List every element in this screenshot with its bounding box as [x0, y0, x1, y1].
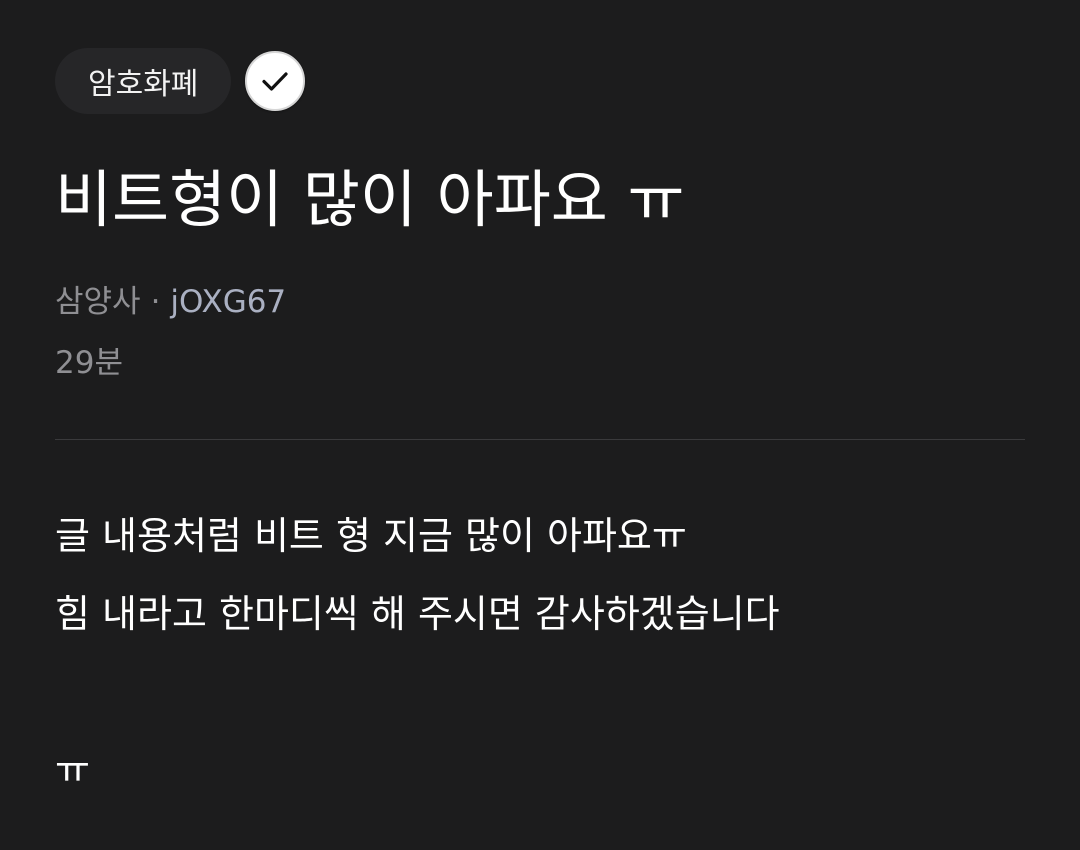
checkmark-icon — [262, 72, 289, 91]
post-title: 비트형이 많이 아파요 ㅠ — [55, 163, 685, 236]
post-body: 글 내용처럼 비트 형 지금 많이 아파요ㅠ 힘 내라고 한마디씩 해 주시면 … — [55, 497, 780, 809]
post-header-row: 암호화폐 — [55, 48, 306, 114]
body-line: 글 내용처럼 비트 형 지금 많이 아파요ㅠ — [55, 514, 687, 558]
post-meta: 삼양사 · jOXG67 — [55, 282, 286, 322]
author-name[interactable]: jOXG67 — [170, 284, 286, 320]
company-name[interactable]: 삼양사 — [55, 284, 141, 320]
category-chip[interactable]: 암호화폐 — [55, 48, 232, 114]
meta-separator: · — [150, 284, 161, 320]
post-time: 29분 — [55, 345, 123, 381]
divider — [55, 439, 1025, 440]
body-line: 힘 내라고 한마디씩 해 주시면 감사하겠습니다 — [55, 592, 780, 636]
verified-check-button[interactable] — [245, 51, 306, 111]
body-line: ㅠ — [55, 748, 90, 792]
